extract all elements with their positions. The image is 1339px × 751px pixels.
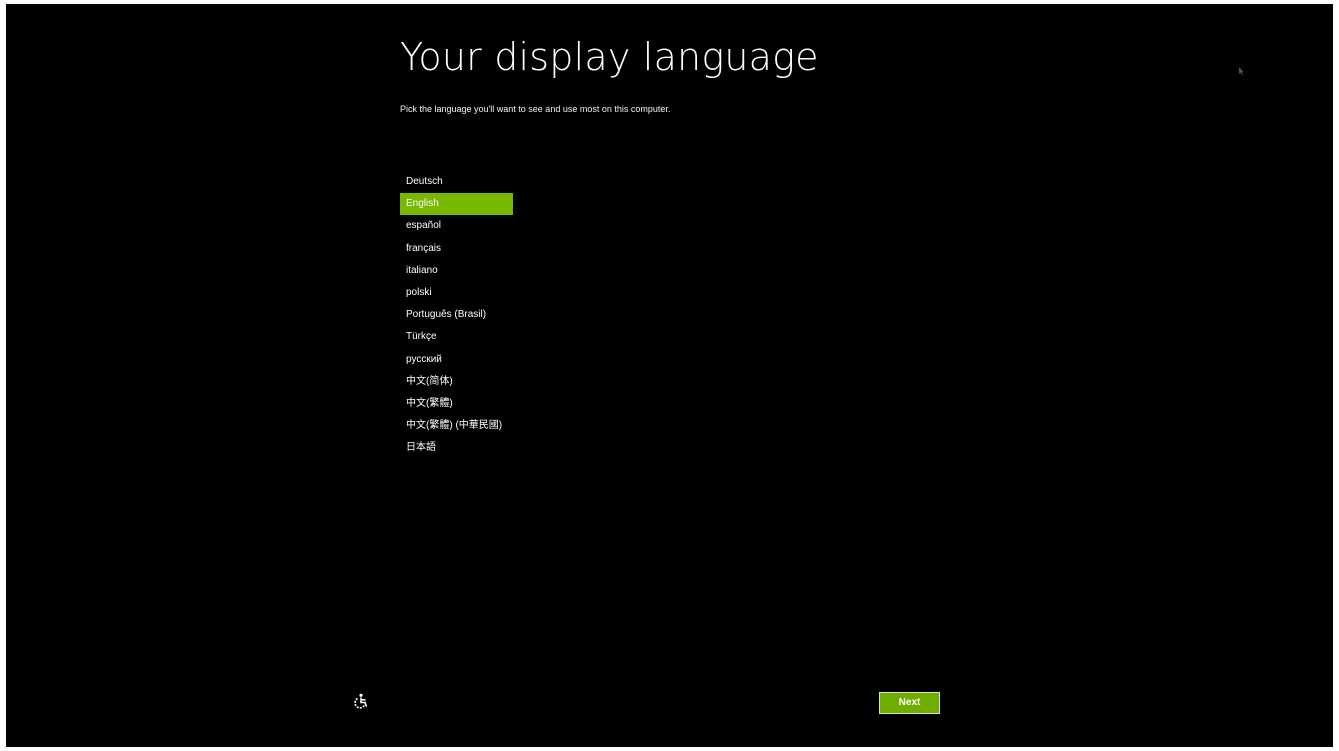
page-title: Your display language [400, 35, 819, 79]
setup-screen: Your display language Pick the language … [6, 4, 1333, 747]
language-item-japanese[interactable]: 日本語 [400, 437, 513, 459]
language-item-polski[interactable]: polski [400, 282, 513, 304]
language-item-deutsch[interactable]: Deutsch [400, 171, 513, 193]
language-item-espanol[interactable]: español [400, 215, 513, 237]
language-item-chinese-traditional[interactable]: 中文(繁體) [400, 393, 513, 415]
language-item-chinese-simplified[interactable]: 中文(简体) [400, 371, 513, 393]
language-item-russian[interactable]: русский [400, 349, 513, 371]
language-item-english[interactable]: English [400, 193, 513, 216]
ease-of-access-icon[interactable] [353, 693, 369, 709]
page-subtitle: Pick the language you'll want to see and… [400, 104, 671, 114]
language-item-chinese-traditional-taiwan[interactable]: 中文(繁體) (中華民國) [400, 415, 513, 437]
language-item-turkce[interactable]: Türkçe [400, 326, 513, 348]
language-list: Deutsch English español français italian… [400, 171, 513, 459]
language-item-francais[interactable]: français [400, 238, 513, 260]
mouse-cursor-icon [1239, 67, 1244, 75]
language-item-portugues-brasil[interactable]: Português (Brasil) [400, 304, 513, 326]
next-button[interactable]: Next [879, 692, 940, 714]
language-item-italiano[interactable]: italiano [400, 260, 513, 282]
